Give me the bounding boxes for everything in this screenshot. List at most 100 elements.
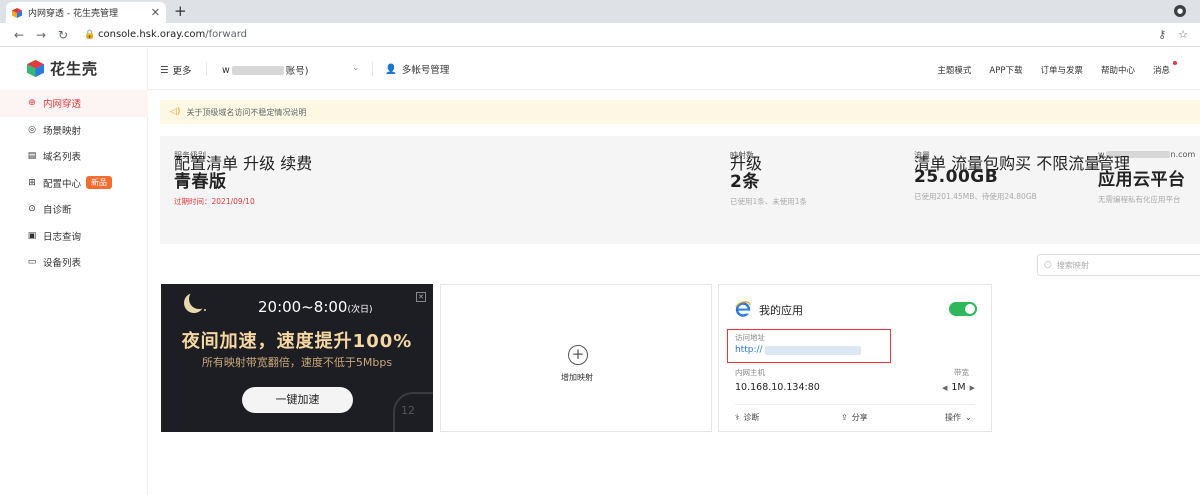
browser-tab[interactable]: 内网穿透 - 花生壳管理 ✕ bbox=[6, 2, 166, 23]
logo[interactable]: 花生壳 bbox=[27, 58, 98, 79]
url-field[interactable]: console.hsk.oray.com/forward bbox=[98, 29, 247, 40]
forward-icon[interactable]: → bbox=[30, 28, 52, 42]
more-menu-button[interactable]: ☰ 更多 bbox=[160, 63, 192, 78]
domain-list-icon: ▤ bbox=[27, 151, 37, 162]
arrow-left-icon[interactable]: ◀ bbox=[942, 384, 947, 392]
peanut-shell-logo-icon bbox=[27, 60, 44, 77]
account-stats-panel: 服务级别 青春版 过期时间：2021/09/10 配置清单 升级 续费 映射数 … bbox=[160, 136, 1200, 244]
notice-bar[interactable]: ◁) 关于顶级域名访问不稳定情况说明 bbox=[160, 100, 1200, 124]
diagnose-icon: ⊙ bbox=[28, 204, 36, 215]
device-icon: ▭ bbox=[27, 257, 37, 268]
nav-theme[interactable]: 主题模式 bbox=[937, 64, 971, 76]
sidebar-item-label: 配置中心 bbox=[43, 178, 82, 190]
card-divider bbox=[735, 404, 975, 405]
sidebar-item-label: 内网穿透 bbox=[43, 99, 82, 111]
config-list-link[interactable]: 配置清单 bbox=[174, 154, 238, 173]
diagnose-button[interactable]: ⚕ 诊断 bbox=[735, 412, 759, 423]
more-label: 更多 bbox=[172, 66, 192, 77]
sidebar-item-label: 域名列表 bbox=[43, 152, 82, 164]
profile-icon[interactable]: ● bbox=[1174, 5, 1186, 17]
account-name-suffix: 账号) bbox=[285, 66, 309, 77]
mapping-links: 升级 bbox=[730, 150, 762, 174]
traffic-list-link[interactable]: 清单 bbox=[914, 154, 946, 173]
multi-account-label: 多帐号管理 bbox=[401, 65, 450, 76]
promo-time-note: (次日) bbox=[347, 305, 373, 315]
sidebar-item-diagnose[interactable]: ⊙ 自诊断 bbox=[0, 196, 148, 223]
unlimited-traffic-link[interactable]: 不限流量 bbox=[1036, 154, 1100, 173]
lan-host-label: 内网主机 bbox=[735, 368, 765, 377]
service-links: 配置清单 升级 续费 bbox=[174, 150, 312, 174]
menu-icon: ☰ bbox=[160, 64, 169, 76]
sidebar-item-config[interactable]: ⊞ 配置中心 新品 bbox=[0, 170, 148, 197]
nav-help[interactable]: 帮助中心 bbox=[1101, 64, 1135, 76]
search-placeholder: 搜索映射 bbox=[1056, 260, 1089, 270]
app-header: ☰ 更多 w 账号) ⌄ 👤 多帐号管理 主题模式 APP下载 订单与发票 帮助… bbox=[148, 48, 1200, 90]
key-icon[interactable]: ⚷ bbox=[1158, 28, 1166, 41]
manage-link[interactable]: 管理 bbox=[1098, 154, 1130, 173]
share-button[interactable]: ⇪ 分享 bbox=[841, 412, 868, 423]
bandwidth-stepper: ◀ 1M ▶ bbox=[942, 382, 975, 393]
chevron-down-icon[interactable]: ⌄ bbox=[352, 63, 360, 73]
sidebar: 花生壳 ⊕ 内网穿透 ◎ 场景映射 ▤ 域名列表 ⊞ 配置中心 新品 ⊙ 自诊断… bbox=[0, 48, 148, 495]
multi-account-button[interactable]: 👤 多帐号管理 bbox=[385, 62, 450, 77]
unread-dot bbox=[1173, 61, 1177, 65]
nav-messages-label: 消息 bbox=[1152, 66, 1170, 76]
sidebar-menu: ⊕ 内网穿透 ◎ 场景映射 ▤ 域名列表 ⊞ 配置中心 新品 ⊙ 自诊断 ▣ 日… bbox=[0, 90, 148, 276]
bandwidth-value: 1M bbox=[951, 382, 966, 393]
redacted-account bbox=[231, 65, 284, 75]
access-url-link[interactable]: http:// bbox=[735, 345, 861, 355]
diagnose-label: 诊断 bbox=[743, 413, 760, 422]
stat-sub: 已使用1条、未使用1条 bbox=[730, 197, 808, 206]
account-selector[interactable]: w 账号) bbox=[222, 63, 362, 78]
mapping-enabled-toggle[interactable] bbox=[949, 302, 977, 316]
tab-close-icon[interactable]: ✕ bbox=[151, 6, 160, 19]
new-tab-button[interactable]: + bbox=[174, 2, 187, 20]
account-name-prefix: w bbox=[222, 64, 230, 76]
sidebar-item-scene[interactable]: ◎ 场景映射 bbox=[0, 117, 148, 144]
cloud-links: 管理 bbox=[1098, 150, 1130, 174]
search-icon: ○ bbox=[1044, 260, 1052, 270]
upgrade-link[interactable]: 升级 bbox=[730, 154, 762, 173]
upgrade-link[interactable]: 升级 bbox=[243, 154, 275, 173]
operations-dropdown[interactable]: 操作 ⌄ bbox=[945, 412, 972, 423]
sidebar-item-domains[interactable]: ▤ 域名列表 bbox=[0, 143, 148, 170]
reload-icon[interactable]: ↻ bbox=[52, 28, 74, 42]
back-icon[interactable]: ← bbox=[8, 28, 30, 42]
traffic-links: 清单 流量包购买 不限流量 bbox=[914, 150, 1100, 174]
logo-text: 花生壳 bbox=[50, 60, 99, 78]
stat-sub: 已使用201.45MB、待使用24.80GB bbox=[914, 192, 1037, 201]
header-divider bbox=[372, 62, 373, 76]
sidebar-item-logs[interactable]: ▣ 日志查询 bbox=[0, 223, 148, 250]
sidebar-item-devices[interactable]: ▭ 设备列表 bbox=[0, 249, 148, 276]
lan-host-value: 10.168.10.134:80 bbox=[735, 382, 820, 393]
sidebar-item-label: 日志查询 bbox=[43, 231, 82, 243]
promo-time: 20:00~8:00(次日) bbox=[258, 298, 373, 316]
nav-orders[interactable]: 订单与发票 bbox=[1040, 64, 1083, 76]
config-icon: ⊞ bbox=[28, 177, 36, 188]
buy-traffic-link[interactable]: 流量包购买 bbox=[951, 154, 1031, 173]
renew-link[interactable]: 续费 bbox=[280, 154, 312, 173]
redacted-url bbox=[764, 345, 861, 355]
new-badge: 新品 bbox=[86, 176, 113, 190]
domain-suffix: n.com bbox=[1170, 150, 1196, 159]
sidebar-item-tunnel[interactable]: ⊕ 内网穿透 bbox=[0, 90, 148, 117]
search-input[interactable]: ○ 搜索映射 bbox=[1037, 254, 1200, 276]
dial-number: 12 bbox=[401, 404, 415, 417]
add-mapping-label: 增加映射 bbox=[561, 373, 593, 382]
add-mapping-card[interactable]: + 增加映射 bbox=[440, 284, 712, 432]
chevron-down-icon: ⌄ bbox=[965, 413, 972, 422]
url-host: console.hsk.oray.com bbox=[98, 29, 206, 40]
nav-app-download[interactable]: APP下载 bbox=[989, 64, 1022, 76]
promo-headline: 夜间加速，速度提升100% bbox=[181, 331, 413, 352]
one-click-boost-button[interactable]: 一键加速 bbox=[242, 387, 353, 413]
nav-messages[interactable]: 消息 bbox=[1152, 61, 1177, 76]
share-label: 分享 bbox=[851, 413, 868, 422]
access-address-label: 访问地址 bbox=[735, 333, 765, 342]
close-icon[interactable]: ✕ bbox=[416, 292, 426, 302]
browser-tabbar: 内网穿透 - 花生壳管理 ✕ + ● bbox=[0, 0, 1200, 23]
bookmark-star-icon[interactable]: ☆ bbox=[1178, 28, 1188, 41]
lock-icon[interactable]: 🔒 bbox=[84, 30, 98, 40]
notice-text: 关于顶级域名访问不稳定情况说明 bbox=[186, 107, 307, 117]
clock-dial-decoration: 12 bbox=[393, 392, 433, 432]
arrow-right-icon[interactable]: ▶ bbox=[970, 384, 975, 392]
